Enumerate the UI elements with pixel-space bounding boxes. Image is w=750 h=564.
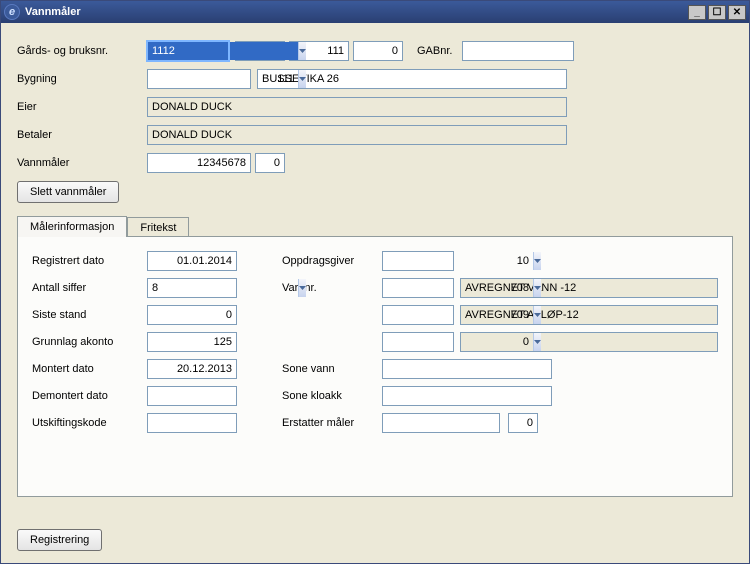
vannmaler-sek-input[interactable]: [255, 153, 285, 173]
vannmaler-label: Vannmåler: [17, 157, 147, 169]
varenr2-input[interactable]: [383, 306, 533, 324]
close-button[interactable]: ✕: [728, 5, 746, 20]
oppdragsgiver-combo[interactable]: [382, 251, 454, 271]
varenr3-combo[interactable]: [382, 332, 454, 352]
sone-kloakk-input[interactable]: [382, 386, 552, 406]
registrert-dato-input[interactable]: [147, 251, 237, 271]
bygning-combo[interactable]: [147, 69, 251, 89]
erstatter-maler-label: Erstatter måler: [282, 417, 382, 429]
grunnlag-akonto-label: Grunnlag akonto: [32, 336, 147, 348]
varenr1-input[interactable]: [383, 279, 533, 297]
window-title: Vannmåler: [25, 6, 686, 18]
betaler-label: Betaler: [17, 129, 147, 141]
oppdragsgiver-label: Oppdragsgiver: [282, 255, 382, 267]
antall-siffer-label: Antall siffer: [32, 282, 147, 294]
erstatter-maler-input[interactable]: [382, 413, 500, 433]
erstatter-maler-input-2[interactable]: [508, 413, 538, 433]
window: e Vannmåler _ ☐ ✕ Gårds- og bruksnr. GAB…: [0, 0, 750, 564]
betaler-field: DONALD DUCK: [147, 125, 567, 145]
app-icon: e: [4, 4, 20, 20]
oppdragsgiver-input[interactable]: [383, 252, 533, 270]
sone-vann-input[interactable]: [382, 359, 552, 379]
gabnr-input[interactable]: [462, 41, 574, 61]
demontert-dato-input[interactable]: [147, 386, 237, 406]
montert-dato-label: Montert dato: [32, 363, 147, 375]
slett-vannmaler-button[interactable]: Slett vannmåler: [17, 181, 119, 203]
tabset: Målerinformasjon Fritekst Registrert dat…: [17, 215, 733, 497]
vannmaler-nr-input[interactable]: [147, 153, 251, 173]
sone-kloakk-label: Sone kloakk: [282, 390, 382, 402]
registrert-dato-label: Registrert dato: [32, 255, 147, 267]
maximize-button[interactable]: ☐: [708, 5, 726, 20]
tab-malerinformasjon[interactable]: Målerinformasjon: [17, 216, 127, 237]
minimize-button[interactable]: _: [688, 5, 706, 20]
varenr1-combo[interactable]: [382, 278, 454, 298]
gards-bruksnr-label: Gårds- og bruksnr.: [17, 45, 147, 57]
montert-dato-input[interactable]: [147, 359, 237, 379]
eier-field: DONALD DUCK: [147, 97, 567, 117]
client-area: Gårds- og bruksnr. GABnr. Bygning Eier D…: [1, 23, 749, 563]
sone-vann-label: Sone vann: [282, 363, 382, 375]
chevron-down-icon[interactable]: [298, 70, 306, 88]
antall-siffer-input[interactable]: [148, 279, 298, 297]
chevron-down-icon[interactable]: [533, 333, 541, 351]
demontert-dato-label: Demontert dato: [32, 390, 147, 402]
tab-body: Registrert dato Antall siffer Siste stan…: [17, 236, 733, 497]
siste-stand-input[interactable]: [147, 305, 237, 325]
gabnr-label: GABnr.: [417, 45, 452, 57]
bygning-nr-input[interactable]: [148, 70, 298, 88]
varenr2-combo[interactable]: [382, 305, 454, 325]
antall-siffer-combo[interactable]: [147, 278, 237, 298]
utskiftingskode-label: Utskiftingskode: [32, 417, 147, 429]
chevron-down-icon[interactable]: [298, 42, 306, 60]
utskiftingskode-input[interactable]: [147, 413, 237, 433]
chevron-down-icon[interactable]: [533, 252, 541, 270]
bygning-label: Bygning: [17, 73, 147, 85]
gnr-combo[interactable]: [147, 41, 229, 61]
tab-fritekst[interactable]: Fritekst: [127, 217, 189, 238]
gnr-field-3[interactable]: [353, 41, 403, 61]
siste-stand-label: Siste stand: [32, 309, 147, 321]
registrering-button[interactable]: Registrering: [17, 529, 102, 551]
chevron-down-icon[interactable]: [533, 306, 541, 324]
chevron-down-icon[interactable]: [533, 279, 541, 297]
eier-label: Eier: [17, 101, 147, 113]
gnr-input[interactable]: [148, 42, 298, 60]
varenr3-input[interactable]: [383, 333, 533, 351]
chevron-down-icon[interactable]: [298, 279, 306, 297]
grunnlag-akonto-input[interactable]: [147, 332, 237, 352]
titlebar: e Vannmåler _ ☐ ✕: [1, 1, 749, 23]
